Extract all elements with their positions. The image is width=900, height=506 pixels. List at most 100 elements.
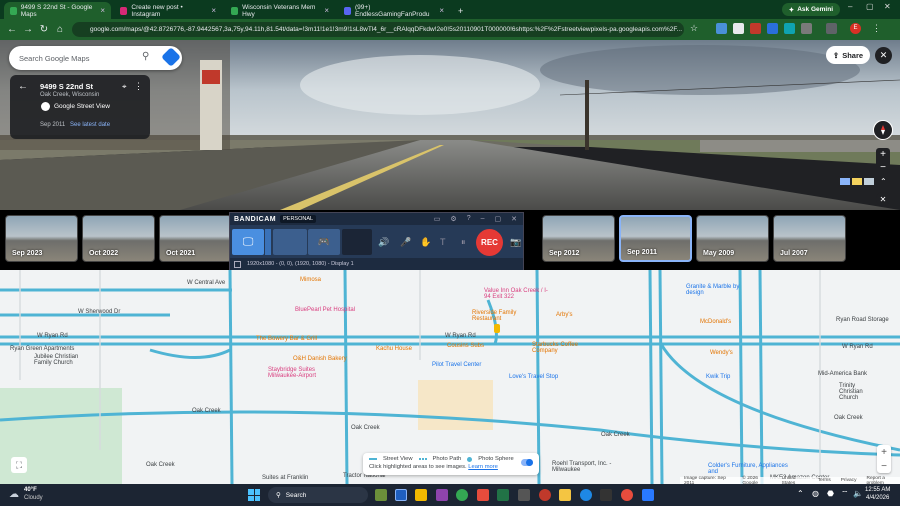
webcam-toggle[interactable] bbox=[342, 229, 372, 255]
wifi-icon[interactable]: ⌔ bbox=[841, 489, 849, 499]
app-icon[interactable] bbox=[477, 489, 489, 501]
tray-app-icon[interactable]: ◍ bbox=[812, 489, 819, 498]
minimize-icon[interactable]: – bbox=[848, 2, 852, 11]
excel-icon[interactable] bbox=[497, 489, 509, 501]
pin-icon[interactable]: ⌖ bbox=[122, 82, 127, 92]
extension-icon[interactable] bbox=[750, 23, 761, 34]
bandicam-window[interactable]: BANDICAM PERSONAL ▭ ⚙? – ▢ ✕ 🖵 🎮 🔊 🎤 ✋ T ⏸ R… bbox=[229, 212, 524, 271]
collapse-up-icon[interactable]: ⌃ bbox=[880, 177, 887, 186]
camera-icon[interactable]: 📷 bbox=[510, 237, 521, 248]
zoom-out-icon[interactable]: − bbox=[881, 461, 887, 472]
sv-zoom-out-icon[interactable]: − bbox=[880, 162, 886, 173]
zoom-in-icon[interactable]: + bbox=[881, 447, 887, 458]
poi-label[interactable]: Ryan Green Apartments bbox=[10, 346, 74, 352]
extension-icon[interactable] bbox=[767, 23, 778, 34]
chrome-icon[interactable] bbox=[621, 489, 633, 501]
timeline-thumb[interactable]: Sep 2023 bbox=[5, 215, 78, 262]
ask-gemini-button[interactable]: ✦ Ask Gemini bbox=[781, 3, 840, 16]
see-latest-link[interactable]: See latest date bbox=[70, 122, 110, 128]
app-icon[interactable] bbox=[600, 489, 612, 501]
timeline-thumb[interactable]: Sep 2012 bbox=[542, 215, 615, 262]
timeline-thumb[interactable]: Oct 2022 bbox=[82, 215, 155, 262]
poi-label[interactable]: BluePearl Pet Hospital bbox=[295, 307, 355, 313]
home-icon[interactable]: ⌂ bbox=[52, 24, 68, 35]
attribution-item[interactable]: Privacy bbox=[841, 478, 857, 483]
extension-icon[interactable] bbox=[716, 23, 727, 34]
tab-instagram[interactable]: Create new post • Instagram × bbox=[114, 2, 222, 19]
clock-date[interactable]: 4/4/2026 bbox=[866, 495, 889, 501]
extension-icon[interactable] bbox=[733, 23, 744, 34]
pause-icon[interactable]: ⏸ bbox=[461, 237, 466, 248]
pegman-icon[interactable] bbox=[494, 324, 500, 333]
close-tab-icon[interactable]: × bbox=[439, 6, 444, 15]
temperature[interactable]: 40°F bbox=[24, 487, 37, 493]
poi-label[interactable]: Pilot Travel Center bbox=[432, 362, 481, 368]
map-view[interactable]: W Central Ave W Sherwood Dr W Ryan Rd W … bbox=[0, 270, 900, 484]
tray-app-icon[interactable]: ⬣ bbox=[827, 489, 834, 498]
sidepanel-icon[interactable] bbox=[826, 23, 837, 34]
screen-mode-button[interactable]: 🖵 bbox=[232, 229, 264, 255]
attribution-item[interactable]: Terms bbox=[818, 478, 831, 483]
close-tab-icon[interactable]: × bbox=[324, 6, 329, 15]
tab-google-maps[interactable]: 9499 S 22nd St - Google Maps × bbox=[4, 2, 111, 19]
maximize-icon[interactable]: ▢ bbox=[866, 2, 874, 11]
folder-icon[interactable]: ▭ bbox=[434, 215, 441, 223]
star-icon[interactable]: ☆ bbox=[690, 23, 701, 34]
fullscreen-icon[interactable]: ⛶ bbox=[11, 457, 27, 473]
poi-label[interactable]: Love's Travel Stop bbox=[509, 374, 558, 380]
volume-icon[interactable]: 🔈 bbox=[853, 489, 863, 498]
poi-label[interactable]: Suites at Franklin bbox=[262, 475, 308, 481]
share-button[interactable]: ⇪ Share bbox=[826, 46, 870, 64]
back-arrow-icon[interactable]: ← bbox=[18, 81, 28, 92]
timeline-thumb[interactable]: Oct 2021 bbox=[159, 215, 232, 262]
poi-label[interactable]: McDonald's bbox=[700, 319, 731, 325]
app-icon[interactable] bbox=[518, 489, 530, 501]
layer-thumb[interactable] bbox=[852, 178, 862, 185]
file-explorer-icon[interactable] bbox=[559, 489, 571, 501]
app-icon[interactable] bbox=[415, 489, 427, 501]
close-tab-icon[interactable]: × bbox=[100, 6, 105, 15]
poi-label[interactable]: Jubilee Christian Family Church bbox=[34, 354, 94, 366]
tray-chevron-icon[interactable]: ⌃ bbox=[797, 489, 804, 498]
poi-label[interactable]: Staybridge Suites Milwaukee-Airport bbox=[268, 367, 343, 379]
layer-thumb[interactable] bbox=[840, 178, 850, 185]
poi-label[interactable]: Kwik Trip bbox=[706, 374, 730, 380]
poi-label[interactable]: Granite & Marble by design bbox=[686, 284, 746, 296]
close-street-view-icon[interactable]: ✕ bbox=[875, 47, 892, 64]
text-overlay-icon[interactable]: T bbox=[440, 237, 446, 247]
poi-label[interactable]: The Bowery Bar & Grill bbox=[256, 336, 317, 342]
profile-avatar[interactable]: E bbox=[850, 23, 861, 34]
timeline-thumb[interactable]: May 2009 bbox=[696, 215, 769, 262]
tab-wisconsin[interactable]: Wisconsin Veterans Mem Hwy × bbox=[225, 2, 335, 19]
chrome-icon[interactable] bbox=[456, 489, 468, 501]
weather-label[interactable]: Cloudy bbox=[24, 495, 43, 501]
task-view-icon[interactable] bbox=[375, 489, 387, 501]
extension-icon[interactable] bbox=[784, 23, 795, 34]
edge-icon[interactable] bbox=[580, 489, 592, 501]
reload-icon[interactable]: ↻ bbox=[36, 24, 52, 35]
close-icon[interactable]: ✕ bbox=[511, 215, 517, 223]
poi-label[interactable]: Mimosa bbox=[300, 277, 321, 283]
street-view-toggle[interactable] bbox=[521, 459, 533, 466]
speaker-icon[interactable]: 🔊 bbox=[378, 237, 389, 248]
close-tab-icon[interactable]: × bbox=[211, 6, 216, 15]
layer-thumb[interactable] bbox=[864, 178, 874, 185]
search-icon[interactable]: ⚲ bbox=[142, 51, 149, 62]
layer-thumbnails[interactable] bbox=[838, 176, 876, 187]
more-options-icon[interactable]: ⋮ bbox=[134, 81, 143, 92]
rec-button[interactable]: REC bbox=[476, 229, 503, 256]
directions-icon[interactable] bbox=[161, 47, 181, 67]
minimize-icon[interactable]: – bbox=[481, 215, 485, 223]
region-checkbox[interactable] bbox=[234, 260, 241, 268]
poi-label[interactable]: Arby's bbox=[556, 312, 572, 318]
poi-label[interactable]: Colder's Furniture, Appliances and bbox=[708, 463, 788, 475]
record-icon[interactable] bbox=[539, 489, 551, 501]
timeline-thumb[interactable]: Jul 2007 bbox=[773, 215, 846, 262]
url-field[interactable]: google.com/maps/@42.8726776,-87.9442567,… bbox=[72, 22, 684, 37]
device-mode-button[interactable] bbox=[273, 229, 307, 255]
close-window-icon[interactable]: ✕ bbox=[884, 2, 891, 11]
settings-icon[interactable]: ⚙ bbox=[450, 215, 456, 223]
poi-label[interactable]: Value Inn Oak Creek / I-94 Exit 322 bbox=[484, 288, 549, 300]
new-tab-button[interactable]: + bbox=[452, 2, 466, 19]
windows-start-icon[interactable] bbox=[248, 489, 260, 501]
